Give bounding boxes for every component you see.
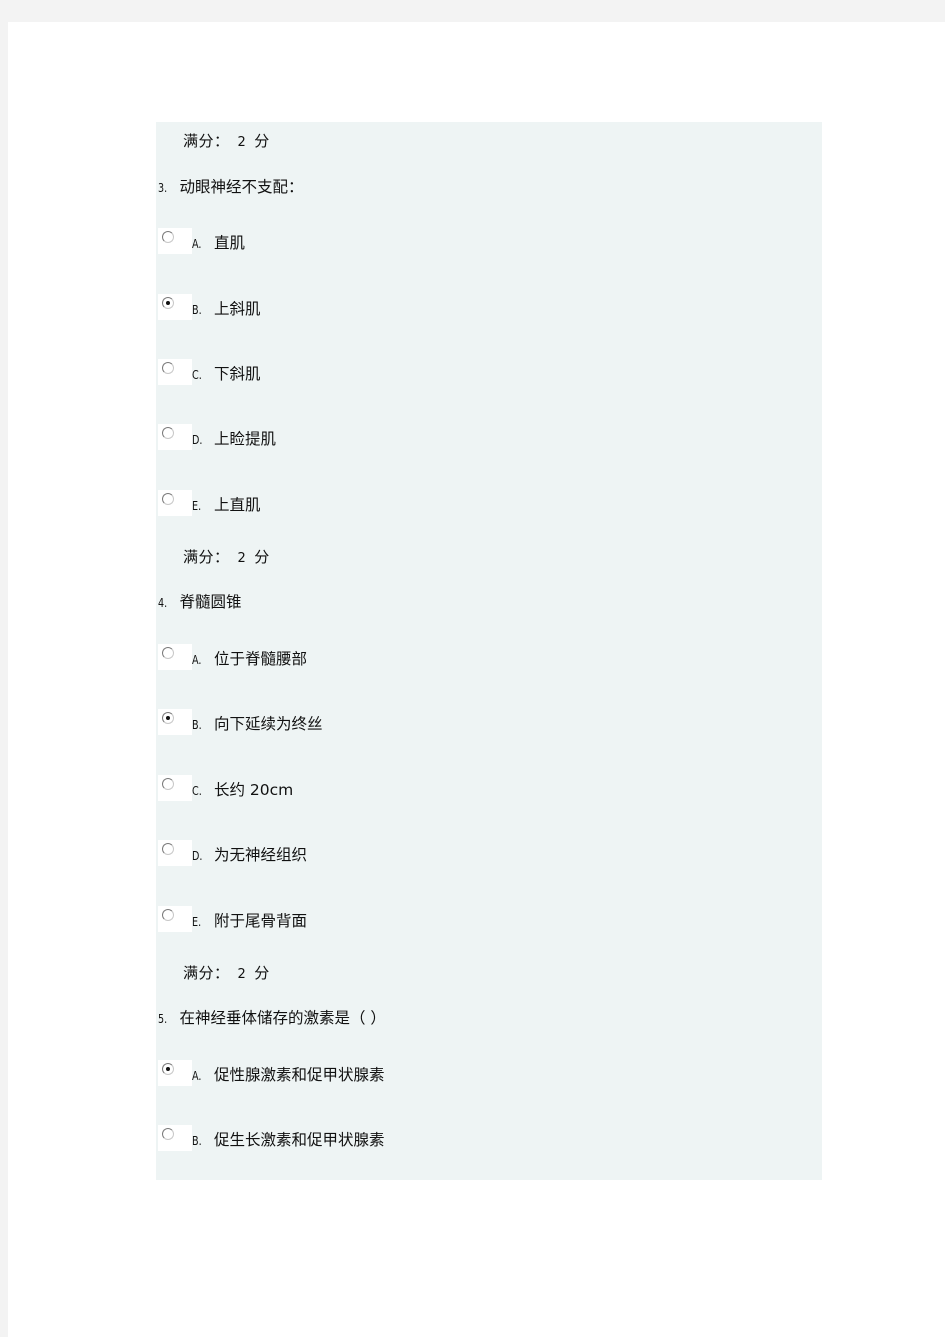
radio-box [158,1125,192,1151]
option-letter: B. [192,718,202,732]
radio-box [158,490,192,516]
radio-box [158,294,192,320]
radio-checked-icon[interactable] [162,712,174,724]
score-line: 满分： 2 分 [183,546,270,567]
document-page: 满分： 2 分 3. 动眼神经不支配： A. 直肌 B. 上斜肌 C. 下斜肌 D. … [8,22,945,1337]
score-unit: 分 [254,964,270,982]
radio-box [158,906,192,932]
radio-unchecked-icon[interactable] [162,778,174,790]
option-text: 向下延续为终丝 [214,715,323,733]
option-letter: D. [192,433,203,447]
radio-checked-icon[interactable] [162,297,174,309]
score-line: 满分： 2 分 [183,130,270,151]
question-number: 4. [158,596,168,610]
radio-box [158,228,192,254]
radio-box [158,840,192,866]
option-text: 长约 20cm [214,781,294,799]
question-number: 3. [158,181,168,195]
radio-unchecked-icon[interactable] [162,1128,174,1140]
radio-unchecked-icon[interactable] [162,427,174,439]
radio-checked-icon[interactable] [162,1063,174,1075]
radio-unchecked-icon[interactable] [162,843,174,855]
option-text: 上直肌 [214,496,261,514]
radio-box [158,359,192,385]
radio-unchecked-icon[interactable] [162,362,174,374]
option-letter: C. [192,368,202,382]
option-text: 下斜肌 [214,365,261,383]
score-line: 满分： 2 分 [183,962,270,983]
option-text: 为无神经组织 [214,846,308,864]
option-text: 上睑提肌 [214,430,277,448]
option-text: 附于尾骨背面 [214,912,308,930]
radio-box [158,644,192,670]
score-unit: 分 [254,548,270,566]
radio-unchecked-icon[interactable] [162,493,174,505]
score-label: 满分： [183,964,230,982]
option-letter: E. [192,915,202,929]
option-letter: A. [192,237,202,251]
score-label: 满分： [183,132,230,150]
option-letter: E. [192,499,202,513]
radio-box [158,424,192,450]
radio-box [158,1060,192,1086]
option-text: 促性腺激素和促甲状腺素 [214,1066,385,1084]
radio-box [158,775,192,801]
option-letter: A. [192,653,202,667]
question-5: 5. 在神经垂体储存的激素是（ ） [158,1006,386,1028]
score-value: 2 [237,135,247,150]
option-letter: B. [192,1134,202,1148]
option-letter: D. [192,849,203,863]
option-letter: B. [192,303,202,317]
quiz-panel: 满分： 2 分 3. 动眼神经不支配： A. 直肌 B. 上斜肌 C. 下斜肌 D. … [156,122,822,1180]
radio-unchecked-icon[interactable] [162,909,174,921]
radio-unchecked-icon[interactable] [162,231,174,243]
radio-box [158,709,192,735]
option-text: 促生长激素和促甲状腺素 [214,1131,385,1149]
option-text: 直肌 [214,234,246,252]
score-unit: 分 [254,132,270,150]
question-3: 3. 动眼神经不支配： [158,175,303,197]
question-text: 在神经垂体储存的激素是（ ） [179,1009,386,1027]
option-letter: C. [192,784,202,798]
option-text: 上斜肌 [214,300,261,318]
score-label: 满分： [183,548,230,566]
score-value: 2 [237,967,247,982]
score-value: 2 [237,551,247,566]
option-letter: A. [192,1069,202,1083]
radio-unchecked-icon[interactable] [162,647,174,659]
question-4: 4. 脊髓圆锥 [158,590,241,612]
question-text: 脊髓圆锥 [179,593,242,611]
question-number: 5. [158,1012,168,1026]
option-text: 位于脊髓腰部 [214,650,308,668]
question-text: 动眼神经不支配： [179,178,304,196]
